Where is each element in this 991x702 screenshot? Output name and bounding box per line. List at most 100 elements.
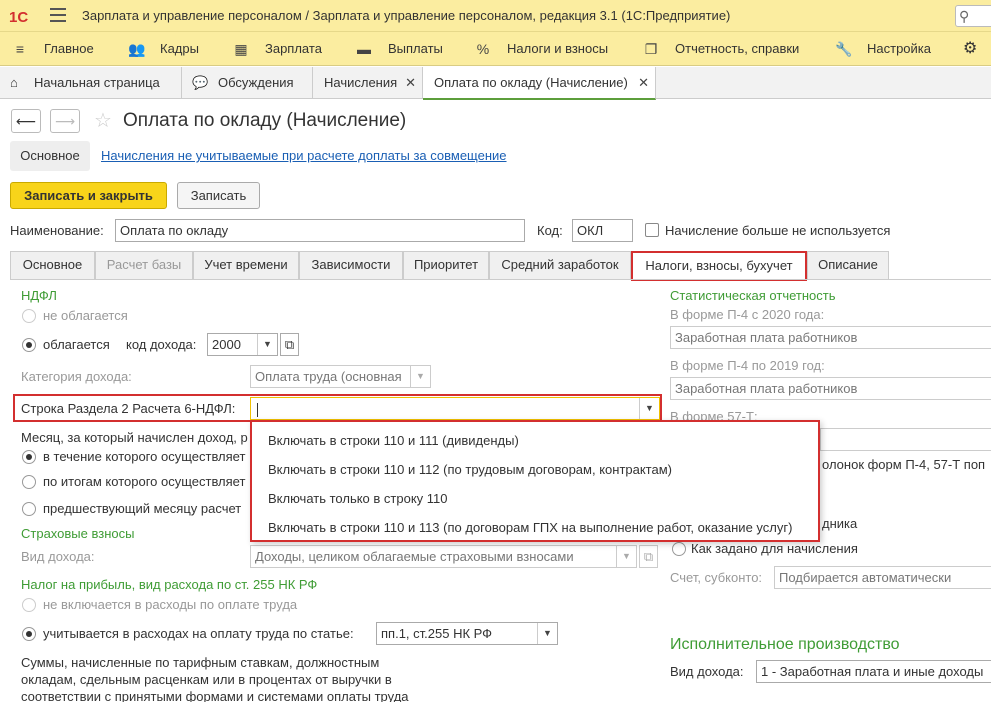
not-included-label: не включается в расходы по оплате труда [43,597,298,612]
gear-icon[interactable]: ⚙ [963,32,977,66]
as-defined-label: Как задано для начисления [691,541,858,556]
tab-discussions[interactable]: 💬 Обсуждения [182,67,313,99]
wallet-icon: ▬ [357,41,371,57]
ndfl-heading: НДФЛ [21,288,57,303]
month-opt2-label: по итогам которого осуществляет [43,474,246,489]
month-opt1-label: в течение которого осуществляет [43,449,246,464]
income-code-field[interactable]: 2000 ▼ [207,333,278,356]
svg-text:1С: 1С [9,9,28,26]
tab-divider [10,279,991,280]
burger-icon: ≡ [15,41,25,57]
documents-icon: ❐ [644,41,658,57]
month-opt2-radio[interactable] [22,475,36,489]
name-label: Наименование: [10,223,104,238]
open-icon[interactable]: ⧉ [639,545,658,568]
included-label: учитывается в расходах на оплату труда п… [43,626,354,641]
ftab-priority[interactable]: Приоритет [403,251,489,279]
app-title: Зарплата и управление персоналом / Зарпл… [82,8,731,23]
columns-text: олонок форм П-4, 57-Т поп [822,457,986,472]
forward-button[interactable]: ⟶ [50,109,80,133]
employee-text: дника [822,516,858,531]
chevron-down-icon[interactable]: ▼ [537,623,557,644]
burger-icon[interactable] [50,8,66,22]
enforcement-heading: Исполнительное производство [670,636,900,653]
income-code-label: код дохода: [126,337,197,352]
chevron-down-icon[interactable]: ▼ [410,366,430,387]
line-6ndfl-label: Строка Раздела 2 Расчета 6-НДФЛ: [21,401,236,416]
ftab-average[interactable]: Средний заработок [489,251,631,279]
chat-icon: 💬 [192,75,209,90]
save-button[interactable]: Записать [177,182,260,209]
save-close-button[interactable]: Записать и закрыть [10,182,167,209]
month-label: Месяц, за который начислен доход, р [21,430,248,445]
star-icon[interactable]: ☆ [94,110,112,132]
people-icon: 👥 [128,41,146,57]
form-title: Оплата по окладу (Начисление) [123,110,407,131]
line-6ndfl-field[interactable]: ▼ [250,397,660,420]
home-icon: ⌂ [10,75,18,90]
chevron-down-icon[interactable]: ▼ [257,334,277,355]
not-taxed-label: не облагается [43,308,128,323]
month-opt3-radio[interactable] [22,502,36,516]
dropdown-option[interactable]: Включать только в строку 110 [268,491,448,506]
tab-accruals[interactable]: Начисления ✕ [313,67,423,99]
f57t-field[interactable] [820,428,991,451]
category-field[interactable]: Оплата труда (основная ▼ [250,365,431,388]
open-icon[interactable]: ⧉ [280,333,299,356]
ftab-dependencies[interactable]: Зависимости [299,251,403,279]
subtab-main[interactable]: Основное [10,141,90,171]
ftab-base[interactable]: Расчет базы [95,251,193,279]
account-label: Счет, субконто: [670,570,763,585]
p4-2020-field[interactable]: Заработная плата работников [670,326,991,349]
month-opt3-label: предшествующий месяцу расчет [43,501,242,516]
not-taxed-radio[interactable] [22,309,36,323]
title-bar: 1С Зарплата и управление персоналом / За… [0,0,991,32]
enforcement-income-field[interactable]: 1 - Заработная плата и иные доходы [756,660,991,683]
insurance-income-label: Вид дохода: [21,549,95,564]
ftab-description[interactable]: Описание [807,251,889,279]
close-icon[interactable]: ✕ [405,67,416,99]
app-logo: 1С [8,6,40,26]
p4-2019-label: В форме П-4 по 2019 год: [670,358,825,373]
window-tabs: ⌂ Начальная страница 💬 Обсуждения Начисл… [0,67,991,100]
taxed-label: облагается [43,337,110,352]
ftab-main[interactable]: Основное [10,251,95,279]
accruals-link[interactable]: Начисления не учитываемые при расчете до… [101,148,507,163]
included-radio[interactable] [22,627,36,641]
back-button[interactable]: ⟵ [11,109,41,133]
ftab-time[interactable]: Учет времени [193,251,299,279]
stats-heading: Статистическая отчетность [670,288,836,303]
profit-tax-note: Суммы, начисленные по тарифным ставкам, … [21,655,409,702]
insurance-income-field[interactable]: Доходы, целиком облагаемые страховыми вз… [250,545,637,568]
taxed-radio[interactable] [22,338,36,352]
code-label: Код: [537,223,563,238]
tab-home[interactable]: ⌂ Начальная страница [0,67,182,99]
category-label: Категория дохода: [21,369,132,384]
line-6ndfl-dropdown: Включать в строки 110 и 111 (дивиденды) … [250,420,820,542]
text-cursor [257,402,258,417]
p4-2020-label: В форме П-4 с 2020 года: [670,307,825,322]
calculator-icon: ▦ [234,41,248,57]
name-field[interactable]: Оплата по окладу [115,219,525,242]
insurance-heading: Страховые взносы [21,526,135,541]
as-defined-radio[interactable] [672,542,686,556]
chevron-down-icon[interactable]: ▼ [639,398,659,419]
main-menu: ≡ Главное 👥 Кадры ▦ Зарплата ▬ Выплаты %… [0,32,991,66]
code-field[interactable]: ОКЛ [572,219,633,242]
unused-label: Начисление больше не используется [665,223,891,238]
dropdown-option[interactable]: Включать в строки 110 и 113 (по договора… [268,520,792,535]
dropdown-option[interactable]: Включать в строки 110 и 112 (по трудовым… [268,462,672,477]
search-icon[interactable]: ⚲ [955,5,991,27]
not-included-radio[interactable] [22,598,36,612]
article-field[interactable]: пп.1, ст.255 НК РФ ▼ [376,622,558,645]
close-icon[interactable]: ✕ [638,67,649,99]
unused-checkbox[interactable] [645,223,659,237]
month-opt1-radio[interactable] [22,450,36,464]
tab-salary-accrual[interactable]: Оплата по окладу (Начисление) ✕ [423,67,656,100]
account-field[interactable]: Подбирается автоматически [774,566,991,589]
ftab-taxes[interactable]: Налоги, взносы, бухучет [631,251,807,281]
chevron-down-icon[interactable]: ▼ [616,546,636,567]
percent-icon: % [476,41,490,57]
p4-2019-field[interactable]: Заработная плата работников [670,377,991,400]
dropdown-option[interactable]: Включать в строки 110 и 111 (дивиденды) [268,433,519,448]
